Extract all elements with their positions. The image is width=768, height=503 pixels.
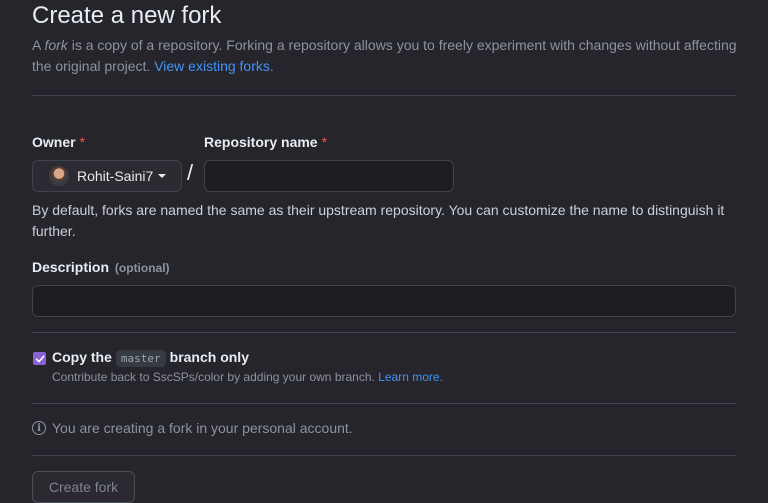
copy-branch-label[interactable]: Copy the master branch only (52, 349, 249, 367)
learn-more-link[interactable]: Learn more. (378, 370, 443, 384)
copy-branch-prefix: Copy the (52, 349, 112, 365)
description-input[interactable] (32, 285, 736, 317)
divider (32, 455, 736, 456)
copy-branch-hint-text: Contribute back to SscSPs/color by addin… (52, 370, 379, 384)
intro-fork-term: fork (44, 37, 68, 53)
owner-repo-separator: / (187, 160, 194, 185)
owner-value: Rohit-Saini7 (77, 168, 154, 184)
info-text: You are creating a fork in your personal… (52, 420, 353, 436)
repository-name-label: Repository name * (204, 132, 327, 152)
repository-required-mark: * (321, 134, 328, 150)
owner-select-button[interactable]: Rohit-Saini7 (32, 160, 182, 192)
checkmark-icon (35, 355, 44, 362)
view-existing-forks-link[interactable]: View existing forks. (154, 58, 274, 74)
divider (32, 332, 736, 333)
intro-text: A fork is a copy of a repository. Forkin… (32, 35, 742, 77)
repository-name-label-text: Repository name (204, 134, 318, 150)
copy-branch-suffix: branch only (169, 349, 249, 365)
owner-label-text: Owner (32, 134, 76, 150)
caret-down-icon (158, 174, 167, 178)
copy-branch-hint: Contribute back to SscSPs/color by addin… (52, 370, 443, 384)
divider (32, 403, 736, 404)
description-label-text: Description (32, 259, 110, 275)
divider (32, 95, 736, 96)
info-icon: i (32, 421, 46, 435)
description-optional-tag: (optional) (114, 261, 170, 275)
avatar (49, 166, 69, 186)
repository-name-input[interactable] (204, 160, 454, 192)
intro-body: is a copy of a repository. Forking a rep… (32, 37, 737, 74)
page-title: Create a new fork (32, 2, 222, 29)
create-fork-button[interactable]: Create fork (32, 471, 135, 503)
owner-label: Owner * (32, 132, 85, 152)
owner-required-mark: * (79, 134, 86, 150)
branch-name-code: master (115, 350, 166, 367)
copy-branch-checkbox[interactable] (33, 352, 46, 365)
personal-account-info: i You are creating a fork in your person… (32, 420, 353, 436)
repository-name-hint: By default, forks are named the same as … (32, 202, 725, 239)
description-label: Description (optional) (32, 257, 170, 278)
intro-prefix: A (32, 37, 45, 53)
